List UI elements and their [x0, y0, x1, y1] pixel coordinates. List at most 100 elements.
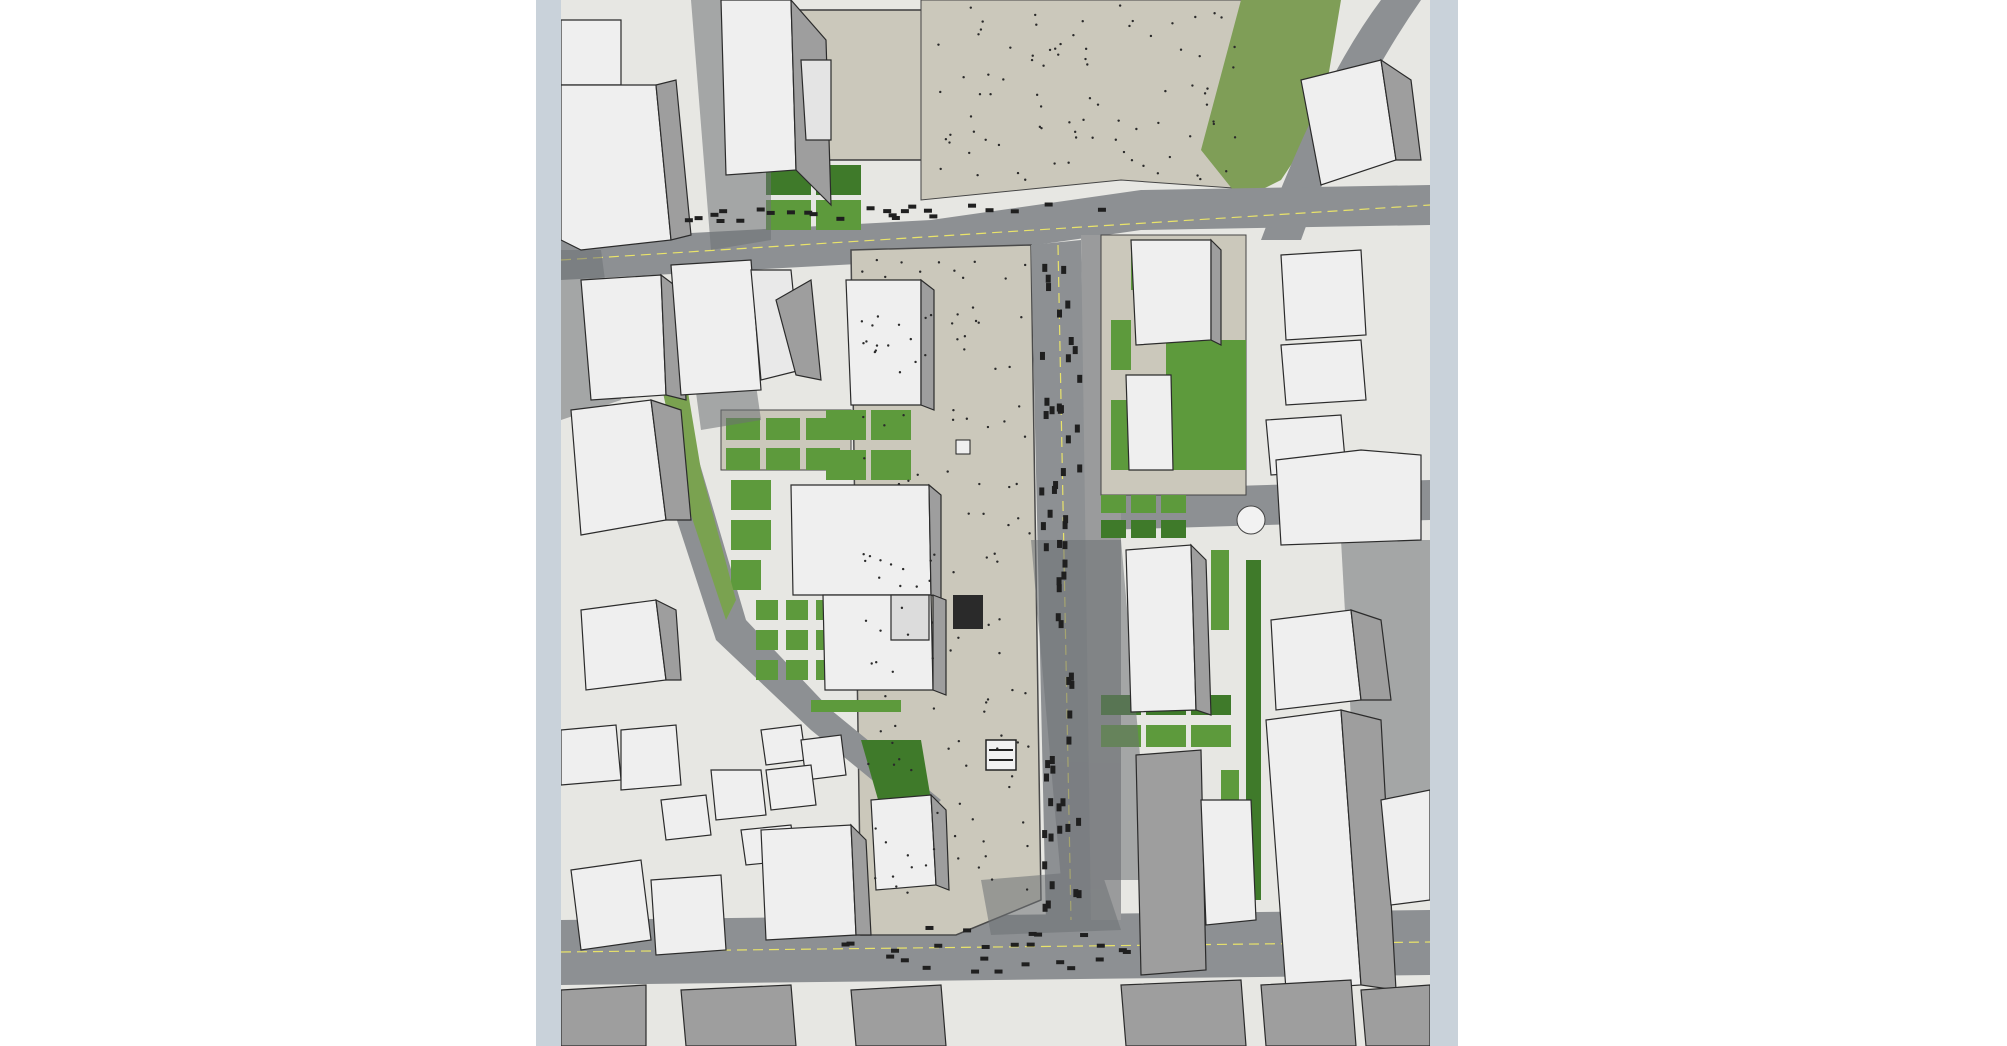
car [1045, 760, 1051, 769]
pedestrian [986, 425, 990, 429]
pedestrian [1225, 170, 1228, 173]
pedestrian [1035, 93, 1039, 97]
car [1068, 337, 1074, 346]
pedestrian [883, 424, 886, 427]
pedestrian [897, 482, 901, 486]
car [1076, 817, 1082, 826]
pedestrian [983, 710, 986, 713]
pedestrian [874, 827, 877, 830]
car [900, 958, 909, 963]
pedestrian [898, 371, 902, 374]
pedestrian [990, 878, 994, 881]
car [1046, 283, 1052, 292]
pedestrian [909, 337, 913, 341]
pedestrian [929, 313, 933, 317]
car [1057, 825, 1063, 834]
car [929, 214, 938, 219]
car [1043, 543, 1049, 552]
pedestrian [884, 275, 887, 279]
car [841, 942, 850, 947]
car [1062, 541, 1068, 550]
pedestrian [862, 341, 865, 345]
pedestrian [962, 75, 965, 79]
pedestrian [1031, 54, 1034, 57]
pedestrian [1213, 12, 1216, 15]
pedestrian [928, 579, 931, 583]
pedestrian [965, 764, 968, 767]
pedestrian [1114, 138, 1118, 141]
pedestrian [978, 482, 981, 486]
car [1049, 406, 1055, 415]
car [891, 948, 900, 953]
pedestrian [957, 739, 961, 743]
pedestrian [987, 73, 990, 76]
pedestrian [1023, 263, 1027, 267]
car [1056, 577, 1062, 586]
pedestrian [1130, 159, 1134, 162]
pedestrian [968, 151, 971, 155]
car [1056, 960, 1065, 965]
pedestrian [1016, 171, 1020, 175]
car [1095, 957, 1104, 962]
pedestrian [871, 324, 874, 327]
pedestrian [963, 335, 967, 338]
pedestrian [1015, 482, 1018, 486]
car [1047, 509, 1053, 518]
pedestrian [946, 470, 949, 473]
car [971, 969, 980, 974]
pedestrian [1011, 688, 1014, 692]
car [1066, 736, 1072, 745]
pedestrian [1171, 22, 1174, 25]
pedestrian [1199, 177, 1202, 181]
car [836, 216, 845, 221]
pedestrian [1042, 64, 1045, 67]
pedestrian [982, 512, 985, 516]
car [980, 956, 989, 961]
car [1042, 263, 1048, 272]
pedestrian [932, 707, 936, 710]
pedestrian [1024, 178, 1027, 181]
pedestrian [1206, 87, 1209, 90]
pedestrian [1008, 485, 1011, 489]
car [1048, 833, 1054, 842]
pedestrian [862, 415, 865, 419]
pedestrian [1164, 89, 1167, 93]
pedestrian [1198, 54, 1201, 58]
pedestrian [1003, 420, 1006, 423]
pedestrian [1026, 844, 1029, 848]
pedestrian [987, 623, 990, 627]
pedestrian [929, 559, 932, 562]
pedestrian [1118, 4, 1122, 7]
pedestrian [1194, 15, 1197, 19]
pedestrian [958, 802, 962, 805]
upper-plaza [920, 0, 1262, 201]
pedestrian [953, 269, 956, 272]
pedestrian [1073, 130, 1077, 134]
pedestrian [969, 115, 973, 118]
car [684, 218, 693, 223]
pedestrian [1168, 155, 1172, 159]
car [1043, 411, 1049, 420]
pedestrian [981, 20, 984, 23]
pedestrian [860, 320, 864, 323]
car [1062, 559, 1068, 568]
car [1118, 948, 1127, 953]
pedestrian [953, 834, 957, 838]
car [1045, 274, 1051, 283]
car [1044, 773, 1050, 782]
car [1067, 966, 1076, 971]
pedestrian [1027, 745, 1030, 748]
pedestrian [906, 633, 910, 636]
car [766, 210, 775, 215]
pedestrian [930, 621, 934, 624]
pedestrian [1048, 48, 1052, 52]
pedestrian [924, 316, 927, 320]
car [1074, 424, 1080, 433]
car [1057, 309, 1063, 318]
pedestrian [971, 818, 974, 821]
car [1061, 265, 1067, 274]
pedestrian [952, 408, 955, 412]
car [1063, 515, 1069, 524]
right-frame-strip [1430, 0, 1458, 1046]
car [1051, 485, 1057, 494]
